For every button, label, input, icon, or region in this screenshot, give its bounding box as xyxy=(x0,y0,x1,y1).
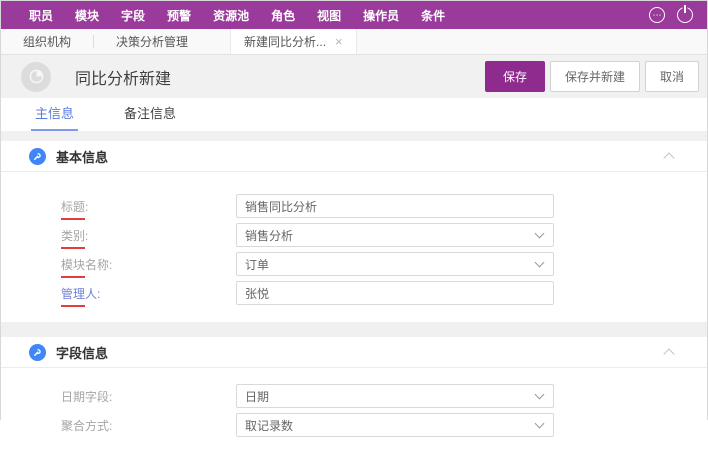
chevron-down-icon xyxy=(535,258,545,268)
cancel-button[interactable]: 取消 xyxy=(645,61,699,92)
nav-item-staff[interactable]: 职员 xyxy=(29,7,53,24)
pie-chart-icon xyxy=(21,62,51,92)
breadcrumb-decision-analysis[interactable]: 决策分析管理 xyxy=(94,29,210,54)
page-title: 同比分析新建 xyxy=(75,65,171,89)
header-buttons: 保存 保存并新建 取消 xyxy=(485,61,699,92)
manager-label: 管理人: xyxy=(61,285,236,302)
field-info-form: 日期字段: 日期 聚合方式: 取记录数 xyxy=(1,368,707,454)
form-row-module-name: 模块名称: 订单 xyxy=(61,252,707,276)
nav-item-view[interactable]: 视图 xyxy=(317,7,341,24)
nav-item-alert[interactable]: 预警 xyxy=(167,7,191,24)
nav-item-field[interactable]: 字段 xyxy=(121,7,145,24)
tab-main-info[interactable]: 主信息 xyxy=(31,103,78,131)
date-field-select[interactable]: 日期 xyxy=(236,384,554,408)
chevron-down-icon xyxy=(535,229,545,239)
active-tab-label: 新建同比分析... xyxy=(244,33,326,50)
section-spacer xyxy=(1,322,707,337)
tab-strip: 组织机构 决策分析管理 新建同比分析... × xyxy=(1,29,707,55)
category-label: 类别: xyxy=(61,227,236,244)
section-title: 字段信息 xyxy=(56,343,108,362)
nav-item-condition[interactable]: 条件 xyxy=(421,7,445,24)
manager-input[interactable] xyxy=(236,281,554,305)
nav-right-icons: ⋯ xyxy=(649,7,693,23)
aggregation-label: 聚合方式: xyxy=(61,417,236,434)
form-row-aggregation: 聚合方式: 取记录数 xyxy=(61,413,707,437)
module-name-value: 订单 xyxy=(245,256,269,273)
chevron-up-icon xyxy=(663,348,674,359)
title-label: 标题: xyxy=(61,198,236,215)
module-name-label: 模块名称: xyxy=(61,256,236,273)
aggregation-value: 取记录数 xyxy=(245,417,293,434)
form-row-title: 标题: xyxy=(61,194,707,218)
section-header-field-info: 字段信息 xyxy=(1,337,707,368)
page-header: 同比分析新建 保存 保存并新建 取消 xyxy=(1,55,707,98)
top-nav: 职员 模块 字段 预警 资源池 角色 视图 操作员 条件 ⋯ xyxy=(1,1,707,29)
wrench-icon xyxy=(29,148,46,165)
breadcrumb-org[interactable]: 组织机构 xyxy=(1,29,93,54)
module-name-select[interactable]: 订单 xyxy=(236,252,554,276)
close-tab-icon[interactable]: × xyxy=(335,34,343,49)
chevron-down-icon xyxy=(535,390,545,400)
form-row-category: 类别: 销售分析 xyxy=(61,223,707,247)
tab-notes-info[interactable]: 备注信息 xyxy=(120,103,180,131)
title-input[interactable] xyxy=(236,194,554,218)
aggregation-select[interactable]: 取记录数 xyxy=(236,413,554,437)
nav-item-operator[interactable]: 操作员 xyxy=(363,7,399,24)
chevron-up-icon xyxy=(663,152,674,163)
section-title: 基本信息 xyxy=(56,147,108,166)
basic-info-form: 标题: 类别: 销售分析 模块名称: 订单 管理人: xyxy=(1,172,707,322)
collapse-section-button[interactable] xyxy=(661,343,677,362)
power-icon[interactable] xyxy=(677,7,693,23)
form-row-manager: 管理人: xyxy=(61,281,707,305)
form-row-date-field: 日期字段: 日期 xyxy=(61,384,707,408)
chevron-down-icon xyxy=(535,419,545,429)
nav-item-resource-pool[interactable]: 资源池 xyxy=(213,7,249,24)
section-spacer xyxy=(1,131,707,141)
save-button[interactable]: 保存 xyxy=(485,61,545,92)
category-select[interactable]: 销售分析 xyxy=(236,223,554,247)
wrench-icon xyxy=(29,344,46,361)
nav-item-role[interactable]: 角色 xyxy=(271,7,295,24)
more-icon[interactable]: ⋯ xyxy=(649,7,665,23)
info-tabs: 主信息 备注信息 xyxy=(1,98,707,131)
active-document-tab[interactable]: 新建同比分析... × xyxy=(230,29,357,54)
date-field-label: 日期字段: xyxy=(61,388,236,405)
date-field-value: 日期 xyxy=(245,388,269,405)
nav-item-module[interactable]: 模块 xyxy=(75,7,99,24)
save-and-new-button[interactable]: 保存并新建 xyxy=(550,61,640,92)
section-header-basic-info: 基本信息 xyxy=(1,141,707,172)
category-value: 销售分析 xyxy=(245,227,293,244)
collapse-section-button[interactable] xyxy=(661,147,677,166)
